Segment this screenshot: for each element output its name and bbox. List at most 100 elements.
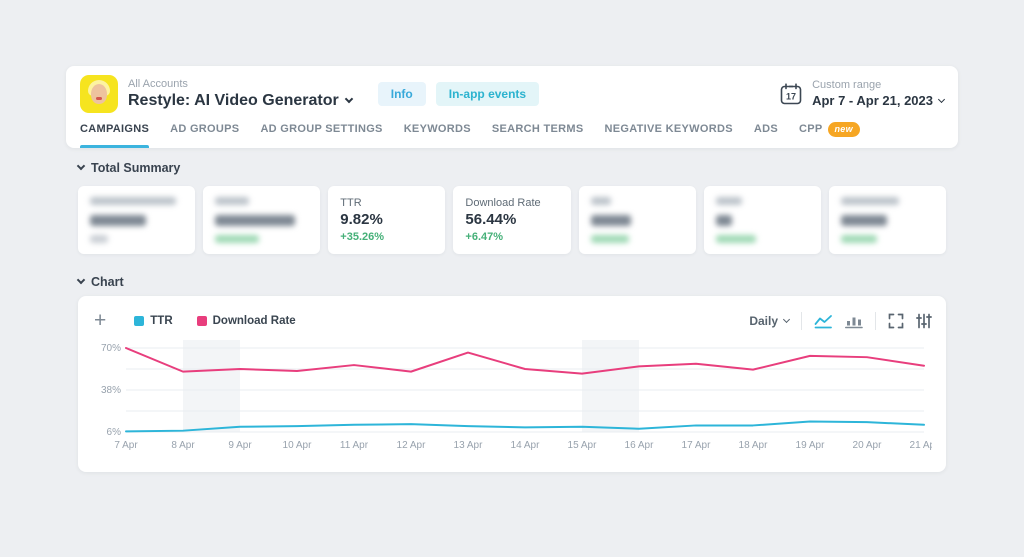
- tab-keywords[interactable]: KEYWORDS: [404, 114, 471, 148]
- blurred-change: [215, 235, 259, 243]
- tab-negative-keywords[interactable]: NEGATIVE KEYWORDS: [604, 114, 732, 148]
- blurred-change: [716, 235, 756, 243]
- metric-label: Download Rate: [465, 197, 558, 209]
- blurred-value: [716, 215, 732, 226]
- svg-text:8 Apr: 8 Apr: [171, 440, 195, 451]
- blurred-label: [841, 197, 899, 205]
- app-titles: All Accounts Restyle: AI Video Generator: [128, 78, 352, 111]
- svg-text:7 Apr: 7 Apr: [114, 440, 138, 451]
- fullscreen-icon[interactable]: [888, 313, 904, 329]
- svg-text:12 Apr: 12 Apr: [397, 440, 427, 451]
- summary-card-blurred-4: [704, 186, 821, 254]
- blurred-change: [841, 235, 877, 243]
- chart-legend: TTR Download Rate: [134, 315, 295, 327]
- legend-item-ttr[interactable]: TTR: [134, 315, 172, 327]
- metric-label: TTR: [340, 197, 433, 209]
- blurred-label: [215, 197, 249, 205]
- svg-text:18 Apr: 18 Apr: [739, 440, 769, 451]
- svg-text:70%: 70%: [101, 343, 121, 354]
- metric-value: 9.82%: [340, 212, 433, 228]
- blurred-value: [591, 215, 631, 226]
- chart-settings-sliders-icon[interactable]: [916, 313, 932, 329]
- svg-text:20 Apr: 20 Apr: [853, 440, 883, 451]
- bar-chart-view-icon[interactable]: [845, 314, 863, 329]
- tab-bar: CAMPAIGNS AD GROUPS AD GROUP SETTINGS KE…: [66, 114, 958, 148]
- tab-ad-groups[interactable]: AD GROUPS: [170, 114, 239, 148]
- summary-card-ttr: TTR 9.82% +35.26%: [328, 186, 445, 254]
- summary-card-blurred-3: [579, 186, 696, 254]
- blurred-value: [90, 215, 146, 226]
- new-badge: new: [828, 122, 860, 137]
- account-label: All Accounts: [128, 78, 352, 91]
- svg-text:10 Apr: 10 Apr: [283, 440, 313, 451]
- header-top-row: All Accounts Restyle: AI Video Generator…: [66, 66, 958, 114]
- summary-card-blurred-2: [203, 186, 320, 254]
- svg-text:38%: 38%: [101, 385, 121, 396]
- chart-section-title: Chart: [91, 275, 124, 289]
- total-summary-toggle[interactable]: Total Summary: [78, 161, 180, 175]
- tab-ads[interactable]: ADS: [754, 114, 778, 148]
- metric-value: 56.44%: [465, 212, 558, 228]
- summary-card-blurred-1: [78, 186, 195, 254]
- granularity-dropdown[interactable]: Daily: [749, 314, 789, 328]
- date-range-value: Apr 7 - Apr 21, 2023: [812, 92, 944, 109]
- chevron-down-icon: [938, 95, 945, 102]
- date-range-label: Custom range: [812, 79, 944, 92]
- svg-text:17: 17: [786, 92, 796, 102]
- blurred-value: [841, 215, 887, 226]
- tab-ad-group-settings[interactable]: AD GROUP SETTINGS: [260, 114, 382, 148]
- tab-search-terms[interactable]: SEARCH TERMS: [492, 114, 584, 148]
- chevron-down-icon: [783, 316, 790, 323]
- summary-card-blurred-5: [829, 186, 946, 254]
- svg-text:21 Apr: 21 Apr: [910, 440, 932, 451]
- total-summary-title: Total Summary: [91, 161, 180, 175]
- chart-section-toggle[interactable]: Chart: [78, 275, 124, 289]
- svg-text:6%: 6%: [107, 427, 122, 438]
- header-card: All Accounts Restyle: AI Video Generator…: [66, 66, 958, 148]
- blurred-label: [90, 197, 176, 205]
- dashboard-page: All Accounts Restyle: AI Video Generator…: [0, 0, 1024, 557]
- metric-change: +35.26%: [340, 231, 433, 243]
- chart-canvas[interactable]: 70% 38% 6% 7 Apr 8 Apr 9 Apr 10 Apr 11 Apr 12 Ap…: [92, 336, 932, 466]
- svg-text:13 Apr: 13 Apr: [454, 440, 484, 451]
- chart-toolbar-right: Daily: [749, 312, 932, 330]
- ttr-swatch: [134, 316, 144, 326]
- app-icon: [80, 75, 118, 113]
- blurred-label: [716, 197, 742, 205]
- add-metric-button[interactable]: +: [92, 311, 108, 331]
- app-selector[interactable]: Restyle: AI Video Generator: [128, 91, 352, 111]
- chart-toolbar: + TTR Download Rate Daily: [92, 306, 932, 336]
- date-range-texts: Custom range Apr 7 - Apr 21, 2023: [812, 79, 944, 109]
- chevron-down-icon: [77, 162, 85, 170]
- svg-text:16 Apr: 16 Apr: [625, 440, 655, 451]
- date-range-picker[interactable]: 17 Custom range Apr 7 - Apr 21, 2023: [779, 79, 944, 109]
- metric-change: +6.47%: [465, 231, 558, 243]
- legend-item-download-rate[interactable]: Download Rate: [197, 315, 296, 327]
- svg-text:15 Apr: 15 Apr: [568, 440, 598, 451]
- info-button[interactable]: Info: [378, 82, 426, 106]
- svg-text:11 Apr: 11 Apr: [340, 440, 369, 451]
- app-title-text: Restyle: AI Video Generator: [128, 91, 339, 111]
- line-chart-view-icon[interactable]: [814, 314, 833, 329]
- legend-label: Download Rate: [213, 315, 296, 327]
- legend-label: TTR: [150, 315, 172, 327]
- tab-campaigns[interactable]: CAMPAIGNS: [80, 114, 149, 148]
- download-rate-swatch: [197, 316, 207, 326]
- chevron-down-icon: [344, 95, 352, 103]
- svg-text:19 Apr: 19 Apr: [796, 440, 826, 451]
- summary-cards-row: TTR 9.82% +35.26% Download Rate 56.44% +…: [78, 186, 946, 254]
- chevron-down-icon: [77, 276, 85, 284]
- blurred-subtext: [90, 235, 108, 243]
- toolbar-divider: [801, 312, 802, 330]
- svg-text:9 Apr: 9 Apr: [228, 440, 252, 451]
- chart-card: + TTR Download Rate Daily: [78, 296, 946, 472]
- tab-cpp[interactable]: CPP new: [799, 114, 860, 148]
- svg-text:14 Apr: 14 Apr: [511, 440, 541, 451]
- blurred-change: [591, 235, 629, 243]
- calendar-icon: 17: [779, 82, 803, 106]
- blurred-value: [215, 215, 295, 226]
- svg-text:17 Apr: 17 Apr: [682, 440, 712, 451]
- summary-card-download-rate: Download Rate 56.44% +6.47%: [453, 186, 570, 254]
- inapp-events-button[interactable]: In-app events: [436, 82, 539, 106]
- toolbar-divider: [875, 312, 876, 330]
